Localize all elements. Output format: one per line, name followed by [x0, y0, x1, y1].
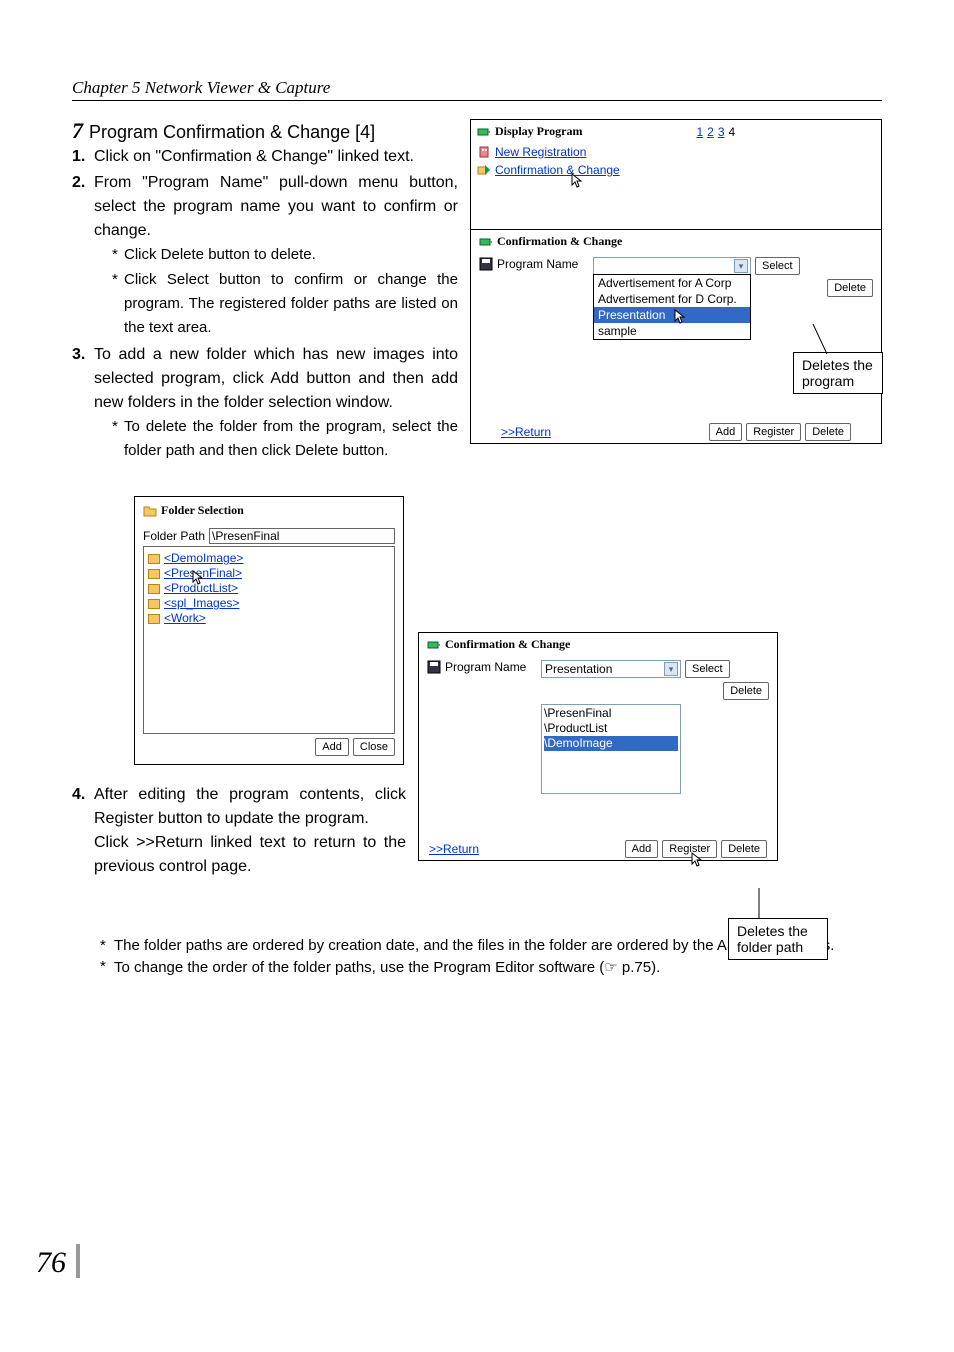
callout-line	[754, 888, 764, 918]
add-button[interactable]: Add	[315, 738, 349, 756]
chevron-down-icon: ▾	[734, 259, 748, 273]
program-num-2[interactable]: 2	[707, 125, 714, 139]
list-item-selected[interactable]: \DemoImage	[544, 736, 678, 751]
arrow-folder-icon	[477, 163, 491, 177]
folder-selection-panel: Folder Selection Folder Path <DemoImage>…	[134, 496, 404, 765]
folder-list[interactable]: <DemoImage> <PresenFinal> <ProductList> …	[143, 546, 395, 734]
program-name-select-2[interactable]: Presentation ▾	[541, 660, 681, 678]
step2-note1: Click Delete button to delete.	[124, 243, 458, 267]
delete-button[interactable]: Delete	[721, 840, 767, 858]
confirmation-change-link[interactable]: Confirmation & Change	[495, 163, 620, 177]
folder-icon	[148, 584, 160, 594]
program-name-select[interactable]: ▾	[593, 257, 751, 275]
floppy-icon	[479, 257, 493, 271]
page-number: 76	[36, 1244, 80, 1280]
return-link[interactable]: >>Return	[429, 842, 479, 856]
program-num-4: 4	[729, 125, 736, 139]
folder-item[interactable]: <Work>	[148, 611, 390, 626]
step1-text: Click on "Confirmation & Change" linked …	[94, 145, 458, 169]
confirmation-change-title-2: Confirmation & Change	[445, 637, 570, 652]
step2-text: From "Program Name" pull-down menu butto…	[94, 174, 458, 239]
cursor-icon	[192, 570, 208, 586]
chevron-down-icon: ▾	[664, 662, 678, 676]
folder-item[interactable]: <DemoImage>	[148, 551, 390, 566]
floppy-icon	[427, 660, 441, 674]
folder-open-icon	[143, 504, 157, 518]
register-button[interactable]: Register	[746, 423, 801, 441]
projector-icon	[479, 235, 493, 249]
callout-deletes-program: Deletes the program	[793, 352, 883, 394]
delete-button[interactable]: Delete	[723, 682, 769, 700]
folder-path-input[interactable]	[209, 528, 395, 544]
program-name-label: Program Name	[497, 257, 578, 271]
building-icon	[477, 145, 491, 159]
folder-icon	[148, 569, 160, 579]
cursor-icon	[674, 309, 690, 325]
return-link[interactable]: >>Return	[501, 425, 551, 439]
dropdown-option[interactable]: sample	[594, 323, 750, 339]
list-item[interactable]: \ProductList	[544, 721, 678, 736]
select-button[interactable]: Select	[755, 257, 800, 275]
projector-icon	[477, 125, 491, 139]
program-name-label-2: Program Name	[445, 660, 526, 674]
select-button[interactable]: Select	[685, 660, 730, 678]
step4-num: 4.	[72, 783, 94, 879]
folder-item[interactable]: <ProductList>	[148, 581, 390, 596]
new-registration-link[interactable]: New Registration	[495, 145, 586, 159]
folder-path-listbox[interactable]: \PresenFinal \ProductList \DemoImage	[541, 704, 681, 794]
folder-path-label: Folder Path	[143, 529, 205, 543]
folder-icon	[148, 554, 160, 564]
list-item[interactable]: \PresenFinal	[544, 706, 678, 721]
step3-note1: To delete the folder from the program, s…	[124, 415, 458, 463]
chapter-header: Chapter 5 Network Viewer & Capture	[72, 78, 882, 101]
section-number: 7	[72, 119, 83, 143]
confirmation-change-title: Confirmation & Change	[497, 234, 622, 249]
folder-item[interactable]: <spl_Images>	[148, 596, 390, 611]
step4-text-b: Click >>Return linked text to return to …	[94, 834, 406, 875]
step2-note2: Click Select button to confirm or change…	[124, 268, 458, 340]
callout-deletes-folder: Deletes the folder path	[728, 918, 828, 960]
add-button[interactable]: Add	[709, 423, 743, 441]
section-title: Program Confirmation & Change [4]	[89, 119, 375, 145]
folder-icon	[148, 614, 160, 624]
cursor-icon	[691, 852, 707, 868]
confirmation-change-panel-2: Confirmation & Change Program Name Prese…	[418, 632, 778, 861]
callout-line	[809, 324, 829, 354]
step4-text-a: After editing the program contents, clic…	[94, 786, 406, 827]
footnote-2: To change the order of the folder paths,…	[114, 958, 882, 976]
dropdown-option[interactable]: Advertisement for A Corp	[594, 275, 750, 291]
cursor-icon	[571, 173, 587, 189]
close-button[interactable]: Close	[353, 738, 395, 756]
delete-button[interactable]: Delete	[827, 279, 873, 297]
display-program-title: Display Program	[495, 124, 582, 139]
display-program-panel: Display Program 1 2 3 4 New Registration…	[470, 119, 882, 444]
step3-text: To add a new folder which has new images…	[94, 346, 458, 411]
delete-button[interactable]: Delete	[805, 423, 851, 441]
folder-item[interactable]: <PresenFinal>	[148, 566, 390, 581]
register-button[interactable]: Register	[662, 840, 717, 858]
dropdown-option-selected[interactable]: Presentation	[594, 307, 750, 323]
program-name-dropdown-list[interactable]: Advertisement for A Corp Advertisement f…	[593, 274, 751, 340]
program-num-3[interactable]: 3	[718, 125, 725, 139]
step1-num: 1.	[72, 145, 94, 169]
step3-num: 3.	[72, 343, 94, 464]
folder-icon	[148, 599, 160, 609]
projector-icon	[427, 638, 441, 652]
step2-num: 2.	[72, 171, 94, 341]
dropdown-option[interactable]: Advertisement for D Corp.	[594, 291, 750, 307]
program-num-1[interactable]: 1	[696, 125, 703, 139]
add-button[interactable]: Add	[625, 840, 659, 858]
folder-selection-title: Folder Selection	[161, 503, 244, 518]
